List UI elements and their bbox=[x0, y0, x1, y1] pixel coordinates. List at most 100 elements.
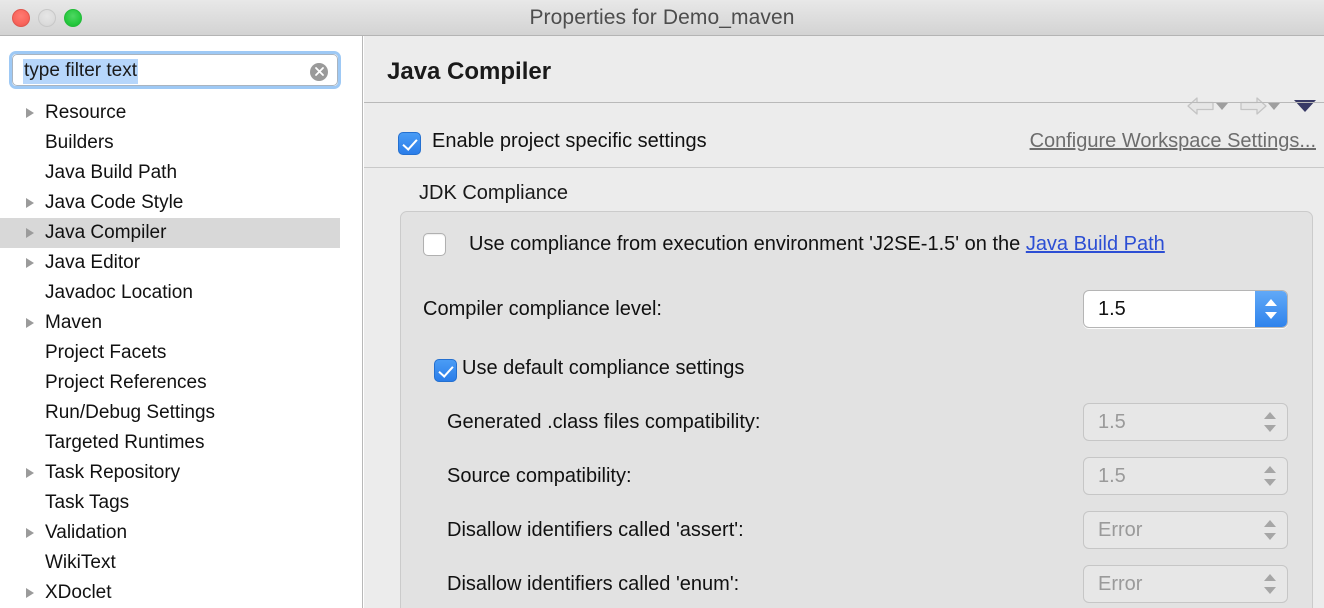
tree-item-project-references[interactable]: Project References bbox=[0, 368, 363, 398]
filter-focus-ring bbox=[9, 51, 341, 89]
enable-project-specific-row: Enable project specific settings Configu… bbox=[364, 118, 1324, 168]
title-bar: Properties for Demo_maven bbox=[0, 0, 1324, 36]
compliance-level-stepper[interactable] bbox=[1255, 291, 1287, 327]
disallow-enum-value: Error bbox=[1098, 573, 1142, 596]
page-title: Java Compiler bbox=[387, 58, 551, 86]
content-panel: Java Compiler Enable project specific se… bbox=[364, 36, 1324, 608]
disallow-assert-value: Error bbox=[1098, 519, 1142, 542]
tree-item-run-debug-settings[interactable]: Run/Debug Settings bbox=[0, 398, 363, 428]
use-compliance-exec-env-label: Use compliance from execution environmen… bbox=[469, 233, 1165, 256]
expand-arrow-icon[interactable] bbox=[26, 318, 34, 328]
expand-arrow-icon[interactable] bbox=[26, 588, 34, 598]
chevron-up-icon bbox=[1264, 466, 1276, 473]
tree-item-xdoclet[interactable]: XDoclet bbox=[0, 578, 363, 608]
generated-class-compat-value: 1.5 bbox=[1098, 411, 1126, 434]
java-build-path-link[interactable]: Java Build Path bbox=[1026, 233, 1165, 255]
tree-item-label: Java Compiler bbox=[45, 218, 166, 248]
expand-arrow-icon[interactable] bbox=[26, 198, 34, 208]
navigation-toolbar bbox=[1184, 92, 1316, 120]
tree-item-label: Java Code Style bbox=[45, 188, 183, 218]
tree-item-project-facets[interactable]: Project Facets bbox=[0, 338, 363, 368]
chevron-up-icon[interactable] bbox=[1265, 299, 1277, 306]
chevron-down-icon bbox=[1264, 533, 1276, 540]
expand-arrow-icon[interactable] bbox=[26, 258, 34, 268]
compliance-level-row: Compiler compliance level: 1.5 bbox=[401, 290, 1314, 330]
tree-item-javadoc-location[interactable]: Javadoc Location bbox=[0, 278, 363, 308]
disallow-enum-stepper bbox=[1257, 566, 1283, 602]
disallow-enum-combo[interactable]: Error bbox=[1083, 565, 1288, 603]
use-default-compliance-label: Use default compliance settings bbox=[462, 357, 744, 380]
jdk-compliance-group: Use compliance from execution environmen… bbox=[400, 211, 1313, 608]
tree-item-validation[interactable]: Validation bbox=[0, 518, 363, 548]
properties-dialog-window: Properties for Demo_maven type filter te… bbox=[0, 0, 1324, 608]
tree-item-label: Project References bbox=[45, 368, 207, 398]
sidebar-panel: type filter text Resource Builders Java … bbox=[0, 36, 363, 608]
tree-item-label: Java Editor bbox=[45, 248, 140, 278]
source-compat-value: 1.5 bbox=[1098, 465, 1126, 488]
compliance-level-label: Compiler compliance level: bbox=[423, 298, 662, 321]
generated-class-compat-row: Generated .class files compatibility: 1.… bbox=[401, 403, 1314, 443]
filter-field-wrapper: type filter text bbox=[9, 51, 341, 89]
expand-arrow-icon[interactable] bbox=[26, 528, 34, 538]
use-compliance-exec-env-checkbox[interactable] bbox=[423, 233, 446, 256]
tree-item-label: Validation bbox=[45, 518, 127, 548]
disallow-assert-label: Disallow identifiers called 'assert': bbox=[447, 519, 744, 542]
configure-workspace-settings-link[interactable]: Configure Workspace Settings... bbox=[1030, 130, 1316, 153]
tree-item-label: Run/Debug Settings bbox=[45, 398, 215, 428]
tree-item-label: Maven bbox=[45, 308, 102, 338]
jdk-compliance-legend: JDK Compliance bbox=[419, 182, 568, 205]
disallow-assert-row: Disallow identifiers called 'assert': Er… bbox=[401, 511, 1314, 551]
tree-item-label: Project Facets bbox=[45, 338, 166, 368]
tree-item-label: Task Repository bbox=[45, 458, 180, 488]
disallow-assert-stepper bbox=[1257, 512, 1283, 548]
tree-item-java-editor[interactable]: Java Editor bbox=[0, 248, 363, 278]
chevron-down-icon bbox=[1264, 479, 1276, 486]
tree-item-maven[interactable]: Maven bbox=[0, 308, 363, 338]
chevron-up-icon bbox=[1264, 412, 1276, 419]
tree-item-task-repository[interactable]: Task Repository bbox=[0, 458, 363, 488]
tree-item-label: Builders bbox=[45, 128, 114, 158]
source-compat-row: Source compatibility: 1.5 bbox=[401, 457, 1314, 497]
exec-env-row: Use compliance from execution environmen… bbox=[401, 226, 1314, 266]
tree-item-task-tags[interactable]: Task Tags bbox=[0, 488, 363, 518]
source-compat-stepper bbox=[1257, 458, 1283, 494]
enable-project-specific-checkbox[interactable] bbox=[398, 132, 421, 155]
tree-item-wikitext[interactable]: WikiText bbox=[0, 548, 363, 578]
forward-button[interactable] bbox=[1236, 92, 1270, 120]
generated-class-compat-label: Generated .class files compatibility: bbox=[447, 411, 760, 434]
chevron-down-icon[interactable] bbox=[1265, 312, 1277, 319]
tree-item-builders[interactable]: Builders bbox=[0, 128, 363, 158]
use-default-compliance-checkbox[interactable] bbox=[434, 359, 457, 382]
source-compat-combo[interactable]: 1.5 bbox=[1083, 457, 1288, 495]
disallow-assert-combo[interactable]: Error bbox=[1083, 511, 1288, 549]
enable-project-specific-label: Enable project specific settings bbox=[432, 130, 707, 153]
chevron-down-icon bbox=[1264, 425, 1276, 432]
exec-env-text: Use compliance from execution environmen… bbox=[469, 233, 1026, 255]
expand-arrow-icon[interactable] bbox=[26, 468, 34, 478]
source-compat-label: Source compatibility: bbox=[447, 465, 632, 488]
window-title: Properties for Demo_maven bbox=[0, 0, 1324, 35]
tree-item-label: Javadoc Location bbox=[45, 278, 193, 308]
tree-item-resource[interactable]: Resource bbox=[0, 98, 363, 128]
tree-item-targeted-runtimes[interactable]: Targeted Runtimes bbox=[0, 428, 363, 458]
tree-item-label: WikiText bbox=[45, 548, 116, 578]
generated-class-compat-combo[interactable]: 1.5 bbox=[1083, 403, 1288, 441]
disallow-enum-row: Disallow identifiers called 'enum': Erro… bbox=[401, 565, 1314, 605]
expand-arrow-icon[interactable] bbox=[26, 108, 34, 118]
compliance-level-value: 1.5 bbox=[1098, 298, 1126, 321]
settings-tree: Resource Builders Java Build Path Java C… bbox=[0, 98, 363, 608]
tree-item-java-code-style[interactable]: Java Code Style bbox=[0, 188, 363, 218]
tree-item-java-build-path[interactable]: Java Build Path bbox=[0, 158, 363, 188]
back-button[interactable] bbox=[1184, 92, 1218, 120]
tree-item-label: Resource bbox=[45, 98, 126, 128]
tree-item-label: Targeted Runtimes bbox=[45, 428, 204, 458]
chevron-up-icon bbox=[1264, 574, 1276, 581]
tree-item-label: Task Tags bbox=[45, 488, 129, 518]
tree-item-java-compiler[interactable]: Java Compiler bbox=[0, 218, 340, 248]
use-default-compliance-row: Use default compliance settings bbox=[401, 351, 1314, 391]
tree-item-label: XDoclet bbox=[45, 578, 112, 608]
enable-row-separator bbox=[364, 167, 1324, 168]
chevron-up-icon bbox=[1264, 520, 1276, 527]
expand-arrow-icon[interactable] bbox=[26, 228, 34, 238]
compliance-level-combo[interactable]: 1.5 bbox=[1083, 290, 1288, 328]
